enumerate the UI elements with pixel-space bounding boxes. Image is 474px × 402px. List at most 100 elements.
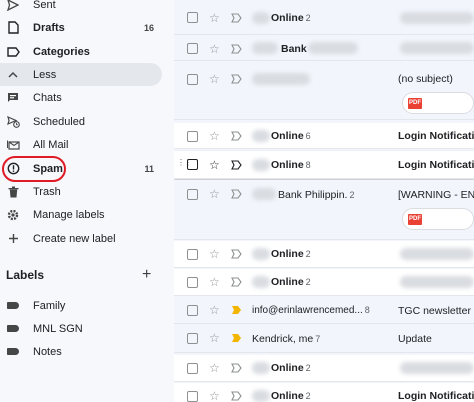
redacted-sender	[252, 42, 278, 54]
select-checkbox[interactable]	[187, 12, 198, 23]
gear-icon	[6, 208, 20, 222]
select-checkbox[interactable]	[187, 43, 198, 54]
redacted-subject	[400, 42, 474, 54]
sidebar-label-family[interactable]: Family	[0, 294, 162, 317]
sidebar-item-drafts[interactable]: Drafts 16	[0, 16, 162, 39]
star-icon[interactable]: ☆	[209, 188, 220, 200]
email-subject: Login Notificati	[398, 390, 474, 402]
select-checkbox[interactable]	[187, 249, 198, 260]
importance-marker-icon[interactable]	[231, 160, 242, 170]
importance-marker-icon[interactable]	[231, 249, 242, 259]
sidebar-item-chats[interactable]: Chats	[0, 86, 162, 109]
select-checkbox[interactable]	[187, 333, 198, 344]
email-row[interactable]: ☆ (no subject) PDF	[174, 62, 474, 120]
importance-marker-icon[interactable]	[231, 277, 242, 287]
drag-handle-icon[interactable]: ⋮⋮	[177, 159, 192, 167]
redacted-sender	[252, 248, 270, 260]
importance-marker-icon[interactable]	[231, 13, 242, 23]
sidebar-item-less[interactable]: Less	[0, 63, 162, 86]
importance-marker-icon[interactable]	[231, 391, 242, 401]
redacted-subject	[400, 248, 474, 260]
draft-icon	[6, 21, 20, 35]
email-row[interactable]: ☆ Online 2	[174, 355, 474, 382]
email-list: ☆ Online 2 ☆ Bank ☆ (no subject) PDF ☆ On…	[174, 0, 474, 402]
email-row[interactable]: ☆ Bank	[174, 36, 474, 61]
email-sender: Online 6	[271, 130, 311, 142]
email-sender: Kendrick, me 7	[252, 333, 321, 345]
email-sender: Online 2	[271, 12, 311, 24]
sidebar-item-trash[interactable]: Trash	[0, 180, 162, 203]
select-checkbox[interactable]	[187, 189, 198, 200]
star-icon[interactable]: ☆	[209, 332, 220, 344]
unread-count: 16	[143, 22, 154, 33]
redacted-sender	[252, 390, 270, 402]
unread-count: 11	[144, 163, 154, 174]
email-row[interactable]: ⋮⋮ ☆ Online 8 Login Notificati	[174, 151, 474, 179]
attachment-chip[interactable]: PDF	[402, 208, 474, 230]
sidebar-item-all-mail[interactable]: All Mail	[0, 133, 162, 156]
label-icon	[6, 299, 20, 313]
trash-icon	[6, 185, 20, 199]
pdf-icon: PDF	[408, 98, 422, 109]
importance-marker-icon[interactable]	[231, 305, 242, 315]
sidebar-item-label: Manage labels	[33, 208, 105, 221]
star-icon[interactable]: ☆	[209, 248, 220, 260]
select-checkbox[interactable]	[187, 391, 198, 402]
sidebar-label-notes[interactable]: Notes	[0, 340, 162, 363]
label-icon	[6, 322, 20, 336]
importance-marker-icon[interactable]	[231, 333, 242, 343]
select-checkbox[interactable]	[187, 305, 198, 316]
star-icon[interactable]: ☆	[209, 12, 220, 24]
sidebar-item-categories[interactable]: Categories	[0, 40, 162, 63]
email-row[interactable]: ☆ Online 2	[174, 269, 474, 296]
email-row[interactable]: ☆ Online 6 Login Notificati	[174, 123, 474, 149]
email-sender: Online 2	[271, 248, 311, 260]
sidebar-item-label: Notes	[33, 345, 62, 358]
chevron-up-icon	[6, 68, 20, 82]
select-checkbox[interactable]	[187, 74, 198, 85]
email-sender: info@erinlawrencemed... 8	[252, 305, 370, 316]
email-subject: Login Notificati	[398, 130, 474, 142]
redacted-sender	[308, 42, 358, 54]
star-icon[interactable]: ☆	[209, 73, 220, 85]
email-row[interactable]: ☆ Online 2 Login Notificati	[174, 383, 474, 402]
star-icon[interactable]: ☆	[209, 304, 220, 316]
email-row[interactable]: ☆ Online 2	[174, 241, 474, 268]
star-icon[interactable]: ☆	[209, 390, 220, 402]
star-icon[interactable]: ☆	[209, 276, 220, 288]
importance-marker-icon[interactable]	[231, 44, 242, 54]
email-sender: Online 2	[271, 276, 311, 288]
redacted-sender	[252, 188, 276, 200]
add-label-button[interactable]: +	[142, 266, 151, 284]
email-row[interactable]: ☆ Bank Philippin.2 [WARNING - ENC PDF	[174, 180, 474, 240]
attachment-chip[interactable]: PDF	[402, 92, 474, 114]
redacted-sender	[252, 276, 270, 288]
select-checkbox[interactable]	[187, 131, 198, 142]
email-subject: Update	[398, 333, 432, 345]
email-row[interactable]: ☆ Kendrick, me 7 Update	[174, 325, 474, 353]
sidebar-item-scheduled[interactable]: Scheduled	[0, 110, 162, 133]
sidebar-item-create-label[interactable]: Create new label	[0, 227, 162, 250]
redacted-sender	[252, 73, 310, 85]
star-icon[interactable]: ☆	[209, 362, 220, 374]
sidebar-item-manage-labels[interactable]: Manage labels	[0, 203, 162, 226]
select-checkbox[interactable]	[187, 159, 198, 170]
select-checkbox[interactable]	[187, 363, 198, 374]
redacted-sender	[252, 12, 270, 24]
star-icon[interactable]: ☆	[209, 130, 220, 142]
importance-marker-icon[interactable]	[231, 131, 242, 141]
email-subject: Login Notificati	[398, 159, 474, 171]
email-row[interactable]: ☆ info@erinlawrencemed... 8 TGC newslette…	[174, 297, 474, 324]
sidebar-label-mnl-sgn[interactable]: MNL SGN	[0, 317, 162, 340]
sidebar-item-sent[interactable]: Sent	[0, 0, 162, 16]
redacted-sender	[252, 362, 270, 374]
sidebar-item-label: Categories	[33, 45, 90, 58]
star-icon[interactable]: ☆	[209, 43, 220, 55]
select-checkbox[interactable]	[187, 277, 198, 288]
importance-marker-icon[interactable]	[231, 189, 242, 199]
email-sender: Online 8	[271, 159, 311, 171]
email-row[interactable]: ☆ Online 2	[174, 0, 474, 35]
importance-marker-icon[interactable]	[231, 363, 242, 373]
importance-marker-icon[interactable]	[231, 74, 242, 84]
star-icon[interactable]: ☆	[209, 159, 220, 171]
